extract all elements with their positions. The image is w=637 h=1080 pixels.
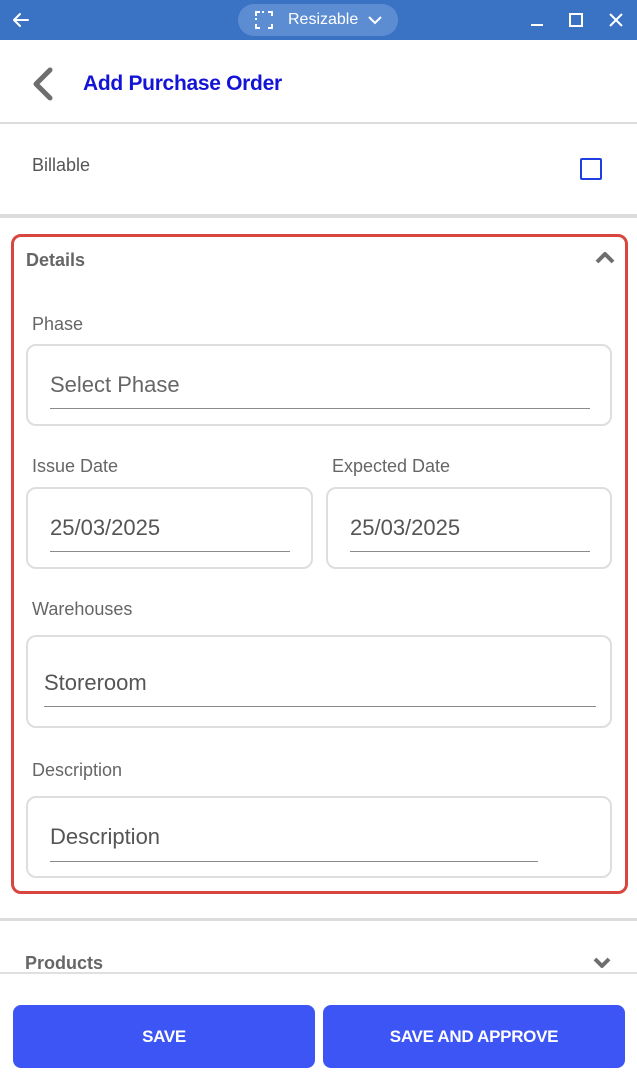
app-header: Add Purchase Order: [0, 40, 637, 124]
issue-date-label: Issue Date: [32, 456, 119, 476]
save-button[interactable]: SAVE: [13, 1005, 315, 1068]
chevron-left-icon[interactable]: [28, 67, 58, 101]
description-label: Description: [32, 760, 123, 780]
save-and-approve-button[interactable]: SAVE AND APPROVE: [323, 1005, 625, 1068]
chevron-down-icon: [368, 16, 382, 25]
close-icon[interactable]: [606, 10, 626, 30]
expected-date-field[interactable]: 25/03/2025: [326, 487, 612, 569]
phase-placeholder: Select Phase: [50, 372, 180, 397]
resize-icon: [255, 11, 273, 29]
issue-date-underline: [50, 551, 290, 552]
issue-date-value: 25/03/2025: [50, 515, 161, 540]
products-section[interactable]: Products: [0, 923, 637, 973]
chevron-down-icon: [593, 957, 611, 968]
expected-date-underline: [350, 551, 590, 552]
warehouses-label: Warehouses: [32, 599, 133, 619]
resize-mode-label: Resizable: [288, 11, 359, 28]
phase-select[interactable]: Select Phase: [26, 344, 612, 426]
footer-divider: [0, 972, 637, 974]
warehouses-underline: [44, 706, 596, 707]
description-underline: [50, 861, 538, 862]
section-divider: [0, 214, 637, 218]
chevron-up-icon[interactable]: [594, 250, 616, 266]
page-title: Add Purchase Order: [83, 72, 282, 95]
expected-date-label: Expected Date: [332, 456, 451, 476]
warehouses-select[interactable]: Storeroom: [26, 635, 612, 728]
description-input[interactable]: Description: [26, 796, 612, 878]
description-placeholder: Description: [50, 824, 161, 849]
section-divider: [0, 918, 637, 921]
warehouses-value: Storeroom: [44, 670, 147, 695]
billable-label: Billable: [32, 155, 91, 175]
billable-row: Billable: [0, 126, 637, 214]
minimize-icon[interactable]: [527, 10, 547, 30]
window-title-bar: Resizable: [0, 0, 637, 40]
issue-date-field[interactable]: 25/03/2025: [26, 487, 313, 569]
details-title[interactable]: Details: [26, 250, 85, 271]
phase-underline: [50, 408, 590, 409]
details-section: Details Phase Select Phase Issue Date 25…: [11, 234, 628, 894]
expected-date-value: 25/03/2025: [350, 515, 461, 540]
back-arrow-icon[interactable]: [10, 9, 32, 31]
maximize-icon[interactable]: [566, 10, 586, 30]
billable-checkbox[interactable]: [580, 158, 602, 180]
phase-label: Phase: [32, 314, 84, 334]
resize-mode-dropdown[interactable]: Resizable: [238, 4, 398, 36]
products-title: Products: [25, 953, 104, 973]
